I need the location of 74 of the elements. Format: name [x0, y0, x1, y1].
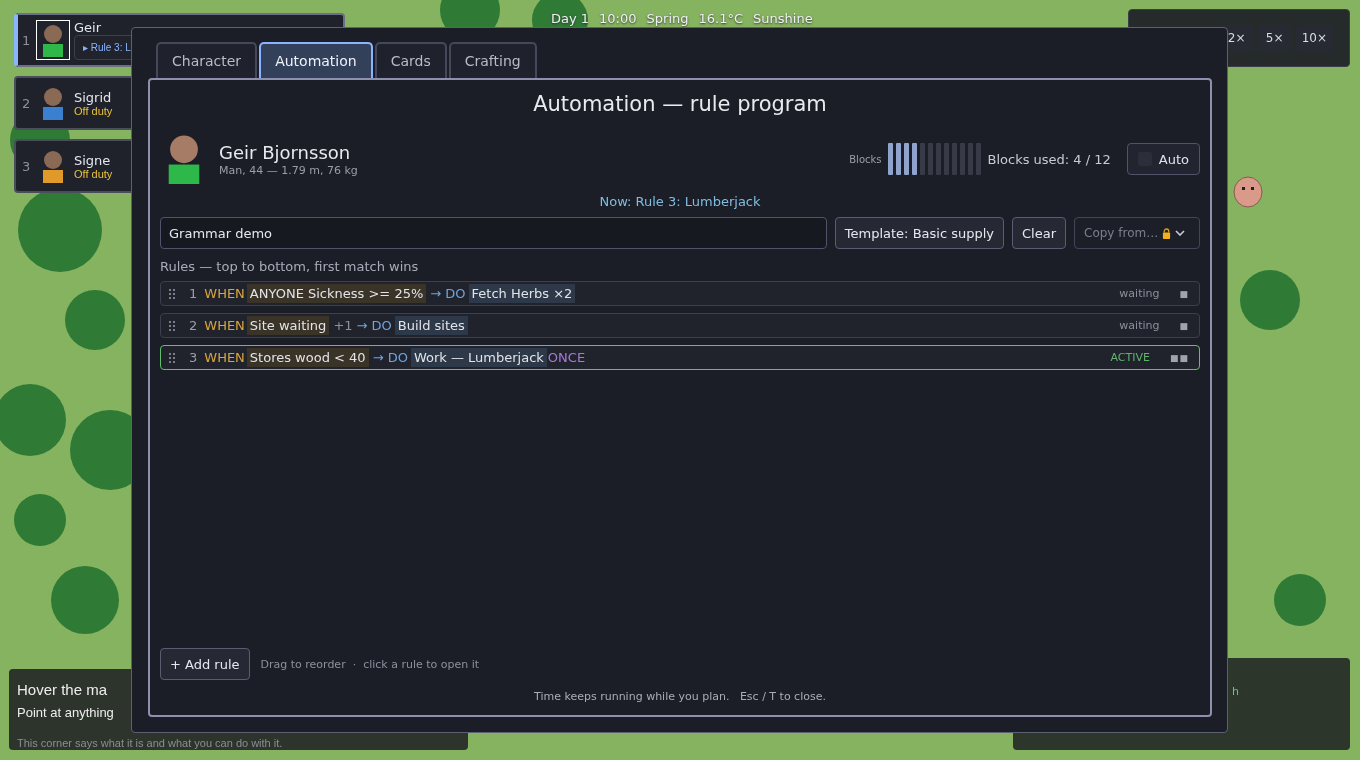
speed-button[interactable]: 5× — [1257, 24, 1292, 52]
rule-status: waiting — [1119, 319, 1160, 332]
tree — [0, 384, 66, 456]
rule-status: waiting — [1119, 287, 1160, 300]
hint-text: Drag to reorder · click a rule to open it — [260, 657, 480, 671]
current-rule: Now: Rule 3: Lumberjack — [598, 194, 762, 209]
blocks-label: Blocks — [849, 153, 882, 165]
chevron-down-icon — [1175, 230, 1186, 236]
condition-chip[interactable]: Site waiting — [246, 316, 330, 335]
status-text: Spring — [646, 11, 689, 26]
status-text: Day 1 — [551, 11, 590, 26]
action-chip[interactable]: Build sites — [394, 316, 468, 335]
lock-icon — [1162, 227, 1172, 239]
rule-markers: ■ — [1179, 288, 1189, 299]
footer-text: Time keeps running while you plan. Esc / T to close. — [533, 690, 827, 703]
colonist-number: 2 — [22, 95, 32, 111]
colonist-number: 1 — [22, 32, 32, 48]
tab[interactable]: Character — [156, 42, 258, 78]
drag-handle-icon[interactable] — [169, 320, 175, 331]
action-chip[interactable]: Work — Lumberjack — [410, 348, 547, 367]
status-text: 10:00 — [599, 11, 637, 26]
colonist-name: Geir — [74, 20, 103, 35]
rule-row[interactable]: 1 WHEN ANYONE Sickness >= 25% → DO Fetch Herbs ×2 waiting ■ — [160, 281, 1200, 306]
drag-handle-icon[interactable] — [169, 352, 175, 363]
modifier-text: +1 — [333, 318, 353, 333]
rule-number: 3 — [189, 350, 198, 365]
do-keyword: → DO — [372, 350, 408, 365]
hover-hint: This corner says what it is and what you can do with it. — [17, 737, 283, 749]
rule-number: 1 — [189, 286, 198, 301]
tree — [14, 494, 66, 546]
speed-button[interactable]: 10× — [1295, 24, 1333, 52]
auto-toggle[interactable]: Auto — [1126, 143, 1200, 175]
status-text: 16.1°C — [698, 11, 744, 26]
rules-heading: Rules — top to bottom, first match wins — [160, 259, 420, 274]
tab[interactable]: Automation — [259, 42, 373, 78]
rule-markers: ■■ — [1170, 352, 1189, 363]
dialog-title: Automation — rule program — [532, 92, 828, 116]
colonist-number: 3 — [22, 158, 32, 174]
when-keyword: WHEN — [204, 286, 245, 301]
action-chip[interactable]: Fetch Herbs ×2 — [468, 284, 576, 303]
colonist-name: Sigrid — [74, 89, 113, 105]
condition-chip[interactable]: ANYONE Sickness >= 25% — [246, 284, 427, 303]
tree — [1240, 270, 1300, 330]
colonist-name: Signe — [74, 152, 112, 168]
once-label: ONCE — [547, 350, 586, 365]
character-details: Man, 44 — 1.79 m, 76 kg — [219, 163, 358, 177]
do-keyword: → DO — [356, 318, 392, 333]
blocks-reading: Blocks used: 4 / 12 — [987, 151, 1111, 167]
rule-number: 2 — [189, 318, 198, 333]
template-button[interactable]: Template: Basic supply — [834, 217, 1004, 249]
character-name: Geir Bjornsson — [219, 141, 352, 163]
colonist-status: Off duty — [74, 104, 113, 117]
tree — [1274, 574, 1326, 626]
clear-button[interactable]: Clear — [1012, 217, 1066, 249]
rule-row[interactable]: 3 WHEN Stores wood < 40 → DO Work — Lumberjack ONCE ACTIVE ■■ — [160, 345, 1200, 370]
when-keyword: WHEN — [204, 318, 245, 333]
rule-status: ACTIVE — [1110, 351, 1150, 364]
drag-handle-icon[interactable] — [169, 288, 175, 299]
colonist-status: Off duty — [74, 167, 113, 180]
when-keyword: WHEN — [204, 350, 245, 365]
tab[interactable]: Crafting — [448, 42, 537, 78]
program-name-field[interactable]: Grammar demo — [160, 217, 827, 249]
info-text: h — [1232, 685, 1239, 698]
hover-title: Hover the ma — [17, 681, 108, 699]
do-keyword: → DO — [430, 286, 466, 301]
hover-text: Point at anything — [17, 705, 114, 721]
rule-markers: ■ — [1179, 320, 1189, 331]
add-rule-button[interactable]: + Add rule — [160, 648, 250, 680]
tab[interactable]: Cards — [374, 42, 447, 78]
tree — [51, 566, 119, 634]
rule-row[interactable]: 2 WHEN Site waiting +1 → DO Build sites waiting ■ — [160, 313, 1200, 338]
tree — [65, 290, 125, 350]
status-text: Sunshine — [753, 11, 813, 26]
condition-chip[interactable]: Stores wood < 40 — [246, 348, 369, 367]
